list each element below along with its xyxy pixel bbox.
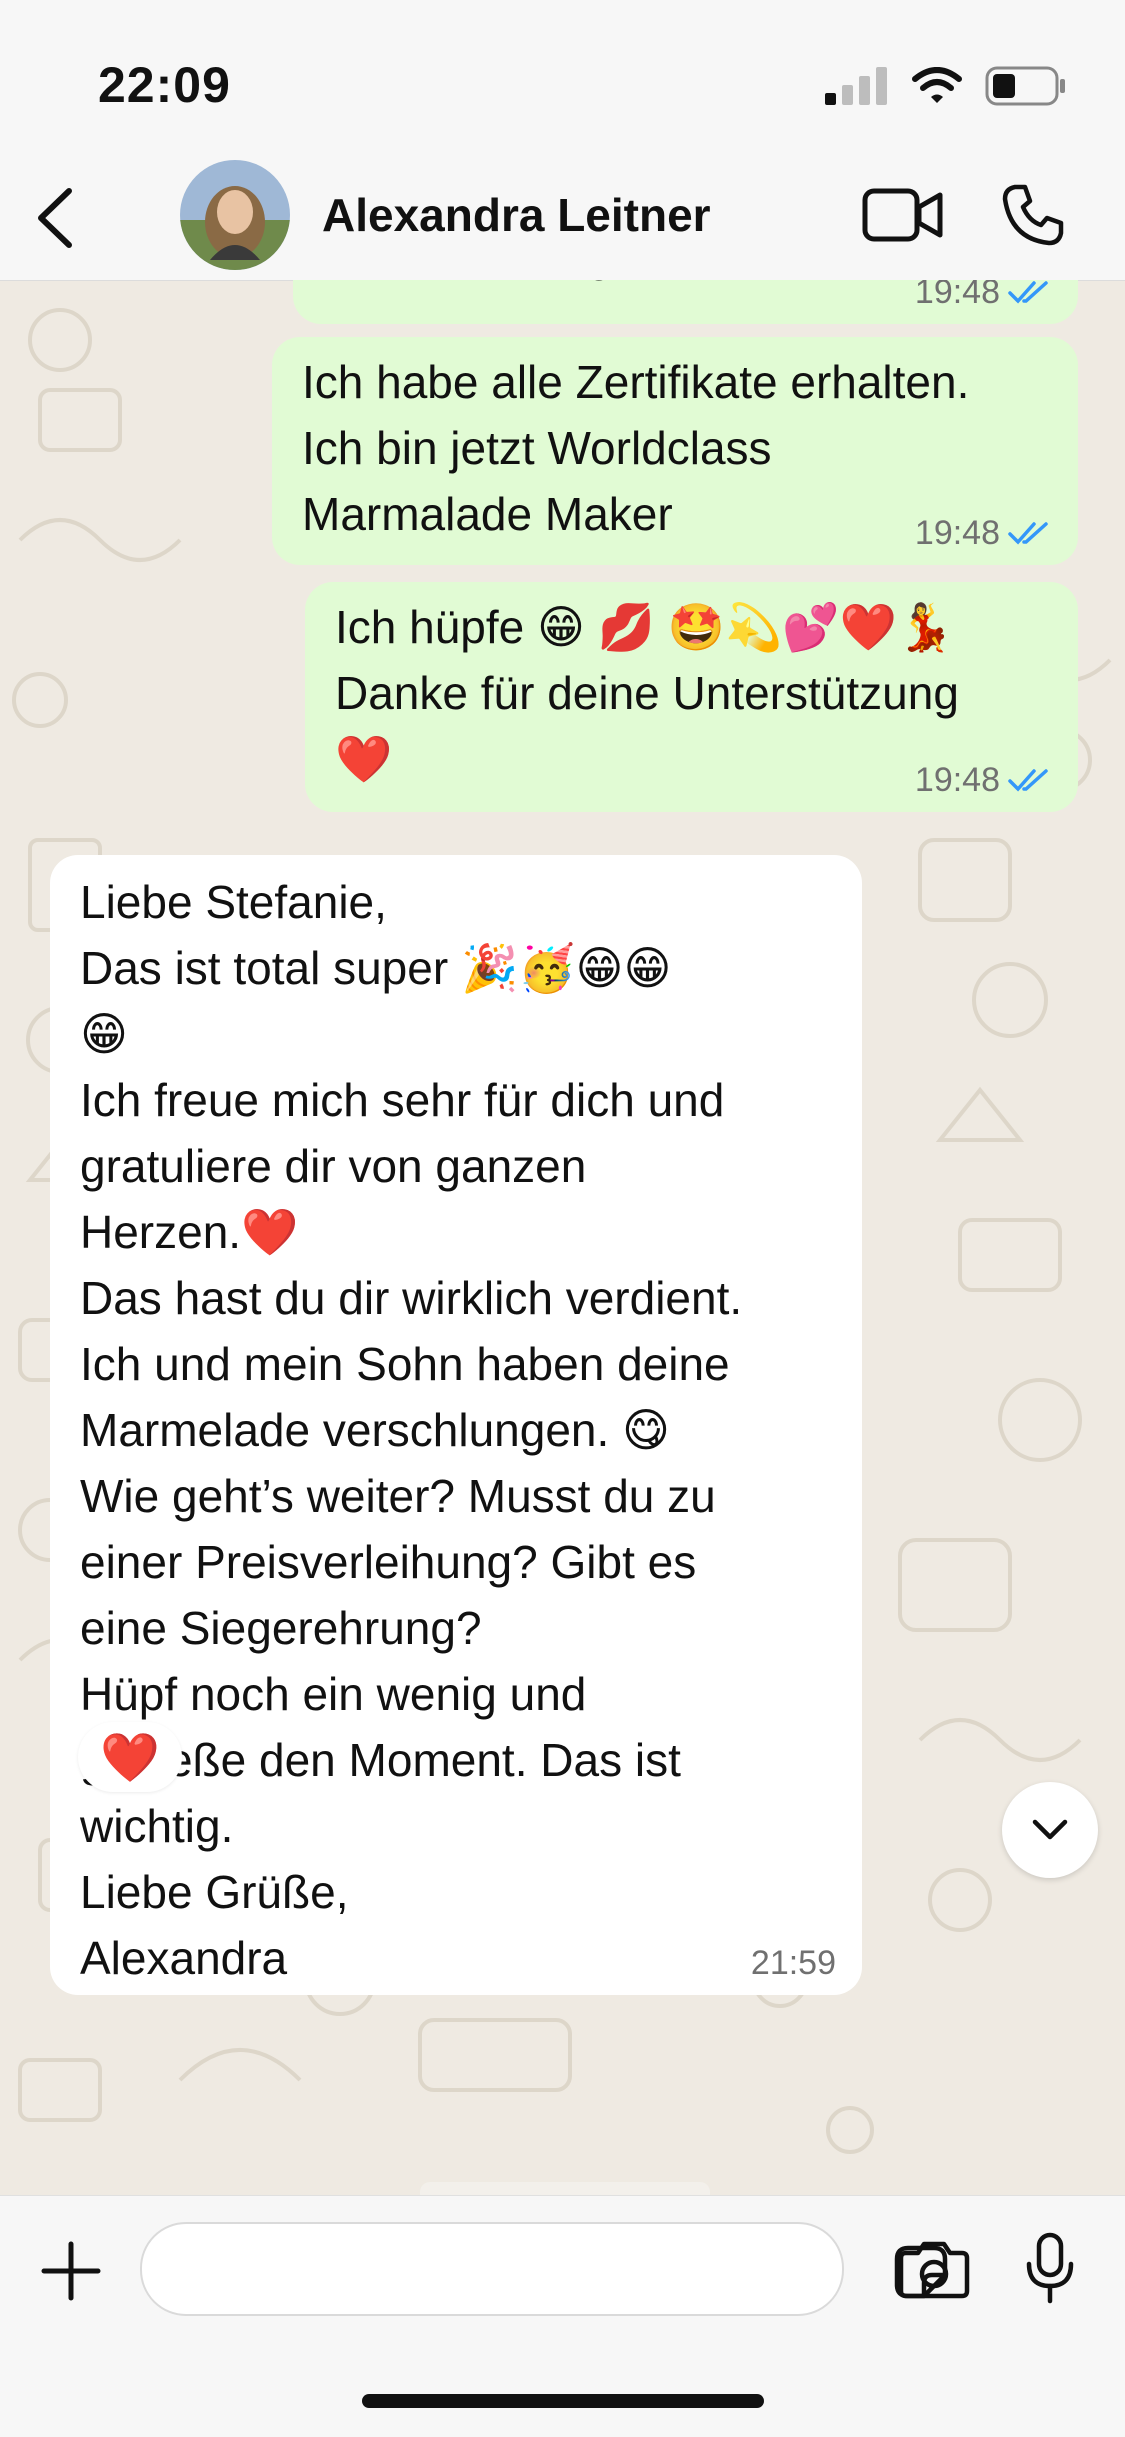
battery-icon xyxy=(985,66,1065,106)
scroll-to-bottom-button[interactable] xyxy=(1002,1782,1098,1878)
message-bubble-incoming[interactable]: Liebe Stefanie, Das ist total super 🎉🥳😁😁… xyxy=(50,855,862,1995)
cellular-signal-icon xyxy=(825,67,887,105)
voice-message-button[interactable] xyxy=(1018,2228,1082,2308)
video-camera-icon xyxy=(862,188,943,242)
message-time: 19:48 xyxy=(914,280,1000,311)
plus-icon xyxy=(41,2241,101,2301)
message-input[interactable] xyxy=(170,2234,734,2302)
back-button[interactable] xyxy=(20,178,90,258)
message-meta: 21:59 xyxy=(751,1943,836,1983)
message-list[interactable]: Auszeichnung 19:48 Ich habe alle Zertifi… xyxy=(0,280,1125,2195)
message-meta: 19:48 xyxy=(915,280,1052,312)
attach-button[interactable] xyxy=(36,2236,106,2306)
chevron-down-icon xyxy=(1032,1819,1068,1840)
message-bubble-outgoing[interactable]: Ich hüpfe 😁 💋 🤩💫💕❤️💃 Danke für deine Unt… xyxy=(305,582,1078,812)
message-bubble-outgoing[interactable]: Ich habe alle Zertifikate erhalten. Ich … xyxy=(272,337,1078,565)
phone-icon xyxy=(1002,184,1064,246)
video-call-button[interactable] xyxy=(860,180,946,250)
reaction-emoji: ❤️ xyxy=(100,1731,160,1785)
status-icons xyxy=(825,66,1067,106)
read-ticks-icon xyxy=(1008,769,1048,792)
camera-button[interactable] xyxy=(896,2236,972,2302)
message-time: 19:48 xyxy=(914,761,1000,799)
wifi-icon xyxy=(912,67,962,103)
avatar[interactable] xyxy=(180,160,290,270)
message-time: 21:59 xyxy=(750,1944,836,1982)
voice-call-button[interactable] xyxy=(998,180,1068,250)
status-bar: 22:09 xyxy=(0,0,1125,150)
message-bubble-outgoing[interactable]: Auszeichnung 19:48 xyxy=(293,280,1078,324)
microphone-icon xyxy=(1026,2232,1074,2304)
read-ticks-icon xyxy=(1008,281,1048,304)
camera-icon xyxy=(898,2241,970,2299)
read-ticks-icon xyxy=(1008,522,1048,545)
message-text: Auszeichnung xyxy=(323,280,612,288)
chat-header: Alexandra Leitner xyxy=(0,150,1125,281)
back-chevron-icon xyxy=(38,188,72,248)
contact-name[interactable]: Alexandra Leitner xyxy=(322,188,711,242)
message-meta: 19:48 xyxy=(915,513,1052,553)
message-text: Liebe Stefanie, Das ist total super 🎉🥳😁😁… xyxy=(80,876,743,1984)
home-indicator[interactable] xyxy=(362,2394,764,2408)
message-meta: 19:48 xyxy=(915,760,1052,800)
message-time: 19:48 xyxy=(914,514,1000,552)
message-reaction[interactable]: ❤️ xyxy=(78,1722,182,1792)
avatar-photo xyxy=(180,160,290,270)
status-time: 22:09 xyxy=(98,57,231,113)
message-input-field[interactable] xyxy=(140,2222,948,2316)
